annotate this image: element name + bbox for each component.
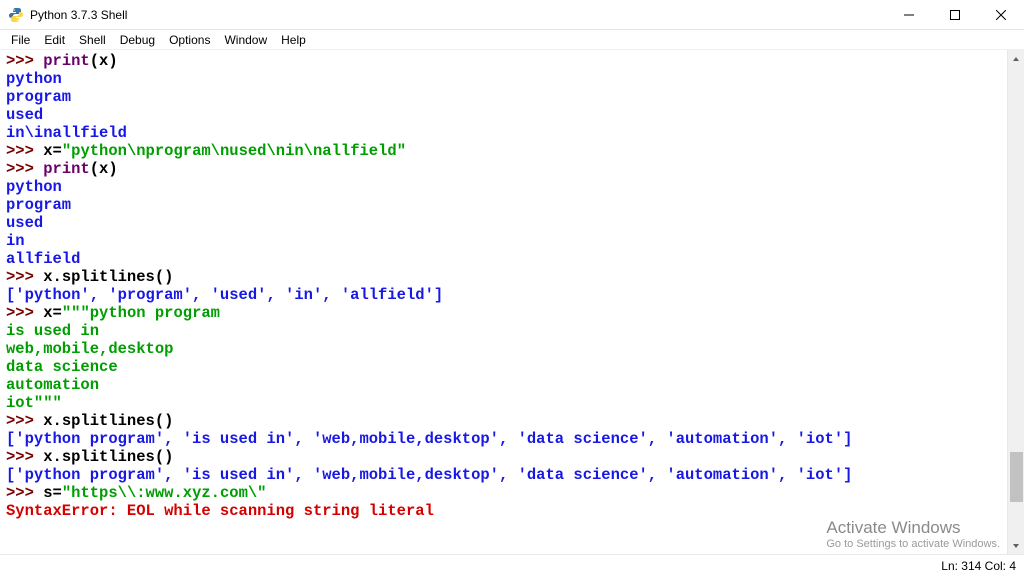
token-str: "python\nprogram\nused\nin\nallfield" (62, 142, 406, 160)
shell-line: python (6, 70, 1020, 88)
shell-line: data science (6, 358, 1020, 376)
shell-line: >>> print(x) (6, 160, 1020, 178)
minimize-button[interactable] (886, 0, 932, 30)
token-op: () (155, 412, 174, 430)
shell-line: in\inallfield (6, 124, 1020, 142)
shell-line: web,mobile,desktop (6, 340, 1020, 358)
token-kw: x.splitlines (43, 412, 155, 430)
shell-line: >>> x.splitlines() (6, 268, 1020, 286)
token-str: iot""" (6, 394, 62, 412)
scroll-thumb[interactable] (1010, 452, 1023, 502)
shell-text-area[interactable]: >>> print(x)pythonprogramusedin\inallfie… (0, 50, 1024, 554)
token-out: in (6, 232, 25, 250)
token-repr: ['python program', 'is used in', 'web,mo… (6, 430, 852, 448)
menu-options[interactable]: Options (162, 31, 217, 49)
menu-edit[interactable]: Edit (37, 31, 72, 49)
shell-line: iot""" (6, 394, 1020, 412)
token-repr: ['python', 'program', 'used', 'in', 'all… (6, 286, 443, 304)
cursor-position: Ln: 314 Col: 4 (941, 559, 1016, 573)
editor-area: >>> print(x)pythonprogramusedin\inallfie… (0, 50, 1024, 554)
token-p: >>> (6, 448, 43, 466)
shell-line: used (6, 106, 1020, 124)
token-out: program (6, 88, 71, 106)
token-str: data science (6, 358, 118, 376)
token-kw: x (43, 304, 52, 322)
window-title: Python 3.7.3 Shell (30, 8, 127, 22)
token-kw: x (99, 52, 108, 70)
scroll-up-arrow-icon[interactable] (1008, 50, 1024, 67)
token-p: >>> (6, 304, 43, 322)
shell-line: automation (6, 376, 1020, 394)
shell-line: python (6, 178, 1020, 196)
token-str: "https\\:www.xyz.com\" (62, 484, 267, 502)
shell-line: SyntaxError: EOL while scanning string l… (6, 502, 1020, 520)
token-str: is used in (6, 322, 99, 340)
shell-line: program (6, 88, 1020, 106)
token-fn: print (43, 52, 90, 70)
token-out: allfield (6, 250, 80, 268)
shell-line: ['python program', 'is used in', 'web,mo… (6, 466, 1020, 484)
shell-line: used (6, 214, 1020, 232)
status-bar: Ln: 314 Col: 4 (0, 554, 1024, 576)
token-op: ) (108, 52, 117, 70)
token-str: automation (6, 376, 99, 394)
token-str: web,mobile,desktop (6, 340, 173, 358)
python-icon (8, 7, 24, 23)
shell-line: >>> x="python\nprogram\nused\nin\nallfie… (6, 142, 1020, 160)
token-out: python (6, 178, 62, 196)
token-p: >>> (6, 160, 43, 178)
menu-file[interactable]: File (4, 31, 37, 49)
scroll-track[interactable] (1008, 67, 1024, 537)
menu-help[interactable]: Help (274, 31, 313, 49)
title-bar: Python 3.7.3 Shell (0, 0, 1024, 30)
vertical-scrollbar[interactable] (1007, 50, 1024, 554)
shell-line: ['python', 'program', 'used', 'in', 'all… (6, 286, 1020, 304)
shell-line: allfield (6, 250, 1020, 268)
menu-debug[interactable]: Debug (113, 31, 162, 49)
shell-line: in (6, 232, 1020, 250)
token-p: >>> (6, 142, 43, 160)
shell-line: >>> x.splitlines() (6, 412, 1020, 430)
token-op: ( (90, 52, 99, 70)
token-out: python (6, 70, 62, 88)
token-op: = (53, 304, 62, 322)
token-p: >>> (6, 484, 43, 502)
token-str: """python program (62, 304, 220, 322)
token-kw: x (43, 142, 52, 160)
token-op: ) (108, 160, 117, 178)
token-out: used (6, 214, 43, 232)
shell-line: >>> print(x) (6, 52, 1020, 70)
token-fn: print (43, 160, 90, 178)
token-kw: x.splitlines (43, 448, 155, 466)
token-kw: s (43, 484, 52, 502)
menu-bar: File Edit Shell Debug Options Window Hel… (0, 30, 1024, 50)
shell-line: is used in (6, 322, 1020, 340)
shell-line: >>> x="""python program (6, 304, 1020, 322)
token-kw: x (99, 160, 108, 178)
close-button[interactable] (978, 0, 1024, 30)
token-p: >>> (6, 52, 43, 70)
token-p: >>> (6, 268, 43, 286)
menu-window[interactable]: Window (217, 31, 274, 49)
menu-shell[interactable]: Shell (72, 31, 113, 49)
shell-line: ['python program', 'is used in', 'web,mo… (6, 430, 1020, 448)
token-op: = (53, 484, 62, 502)
token-op: () (155, 268, 174, 286)
token-repr: ['python program', 'is used in', 'web,mo… (6, 466, 852, 484)
token-op: ( (90, 160, 99, 178)
shell-line: >>> s="https\\:www.xyz.com\" (6, 484, 1020, 502)
token-kw: x.splitlines (43, 268, 155, 286)
token-op: = (53, 142, 62, 160)
token-out: program (6, 196, 71, 214)
token-op: () (155, 448, 174, 466)
token-out: used (6, 106, 43, 124)
shell-line: program (6, 196, 1020, 214)
scroll-down-arrow-icon[interactable] (1008, 537, 1024, 554)
token-out: in\inallfield (6, 124, 127, 142)
shell-line: >>> x.splitlines() (6, 448, 1020, 466)
token-p: >>> (6, 412, 43, 430)
maximize-button[interactable] (932, 0, 978, 30)
token-err: SyntaxError: EOL while scanning string l… (6, 502, 434, 520)
